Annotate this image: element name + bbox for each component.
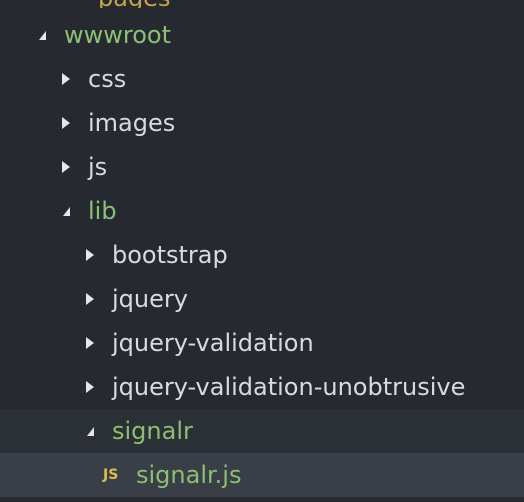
- tree-item-label: js: [88, 153, 108, 181]
- tree-folder-jquery[interactable]: jquery: [0, 277, 524, 321]
- collapsed-arrow-icon[interactable]: [56, 57, 76, 101]
- tree-folder-signalr[interactable]: signalr: [0, 409, 524, 453]
- expanded-arrow-icon[interactable]: [80, 409, 100, 453]
- javascript-file-icon: JS: [103, 467, 119, 483]
- tree-item-label: jquery: [112, 285, 188, 313]
- collapsed-arrow-icon[interactable]: [80, 233, 100, 277]
- tree-folder-lib[interactable]: lib: [0, 189, 524, 233]
- tree-folder-jquery-validation-unobtrusive[interactable]: jquery-validation-unobtrusive: [0, 365, 524, 409]
- collapsed-arrow-icon[interactable]: [80, 365, 100, 409]
- tree-item-label: jquery-validation: [112, 329, 314, 357]
- tree-item-label: signalr.js: [136, 461, 242, 489]
- tree-folder-css[interactable]: css: [0, 57, 524, 101]
- clipped-tree-item-label: pages: [98, 0, 170, 8]
- tree-folder-jquery-validation[interactable]: jquery-validation: [0, 321, 524, 365]
- tree-item-label: images: [88, 109, 176, 137]
- tree-file-signalr-js[interactable]: JS signalr.js: [0, 453, 524, 497]
- file-explorer-tree: pages wwwroot css images js lib: [0, 0, 524, 502]
- tree-item-label: css: [88, 65, 127, 93]
- tree-folder-bootstrap[interactable]: bootstrap: [0, 233, 524, 277]
- collapsed-arrow-icon[interactable]: [80, 277, 100, 321]
- tree-folder-js[interactable]: js: [0, 145, 524, 189]
- tree-item-label: wwwroot: [64, 21, 172, 49]
- collapsed-arrow-icon[interactable]: [56, 101, 76, 145]
- expanded-arrow-icon[interactable]: [32, 13, 52, 57]
- collapsed-arrow-icon[interactable]: [56, 145, 76, 189]
- tree-item-label: jquery-validation-unobtrusive: [112, 373, 466, 401]
- expanded-arrow-icon[interactable]: [56, 189, 76, 233]
- tree-item-label: lib: [88, 197, 117, 225]
- tree-item-label: bootstrap: [112, 241, 228, 269]
- collapsed-arrow-icon[interactable]: [80, 321, 100, 365]
- tree-item-label: signalr: [112, 417, 193, 445]
- tree-folder-images[interactable]: images: [0, 101, 524, 145]
- tree-folder-wwwroot[interactable]: wwwroot: [0, 13, 524, 57]
